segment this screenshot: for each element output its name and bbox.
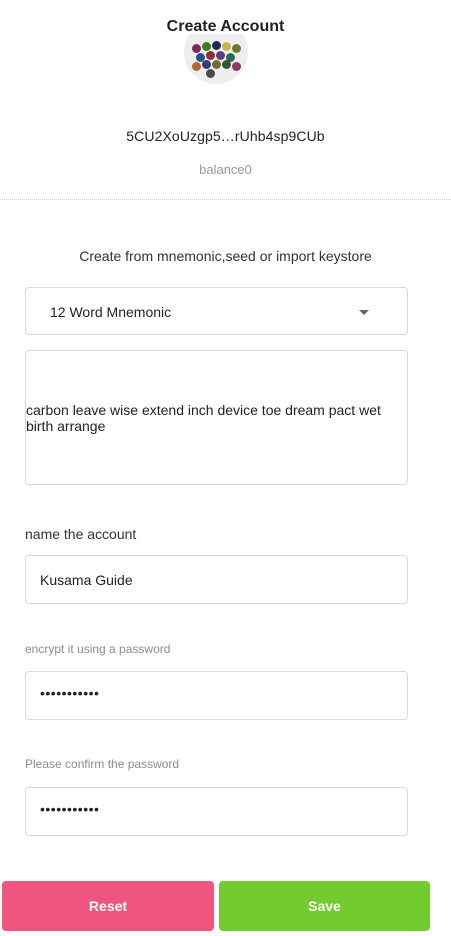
create-source-label: Create from mnemonic,seed or import keys… [79, 248, 372, 264]
account-name-value: Kusama Guide [40, 572, 133, 588]
mnemonic-text: carbon leave wise extend inch device toe… [26, 402, 381, 434]
reset-button[interactable]: Reset [2, 881, 214, 931]
confirm-password-value: ••••••••••• [40, 801, 100, 817]
identicon-dot [206, 69, 215, 78]
chevron-down-icon [359, 310, 369, 315]
identicon-dot [216, 51, 225, 60]
identicon-dot [202, 42, 211, 51]
identicon-dot [206, 51, 215, 60]
password-input[interactable]: ••••••••••• [25, 671, 408, 720]
identicon-dot [222, 60, 231, 69]
import-type-selected-value: 12 Word Mnemonic [50, 304, 172, 320]
account-name-input[interactable]: Kusama Guide [25, 555, 408, 604]
identicon-dot [192, 44, 201, 53]
identicon-dot [192, 62, 201, 71]
identicon-dot [232, 44, 241, 53]
account-identicon-icon [184, 34, 248, 84]
identicon-dot [202, 60, 211, 69]
save-button[interactable]: Save [219, 881, 430, 931]
identicon-dot [212, 41, 221, 50]
identicon-dot [232, 62, 241, 71]
section-divider [0, 199, 451, 200]
account-name-label: name the account [25, 526, 137, 542]
account-address: 5CU2XoUzgp5…rUhb4sp9CUb [126, 128, 325, 144]
import-type-select[interactable]: 12 Word Mnemonic [25, 287, 408, 335]
account-balance: balance0 [199, 162, 252, 177]
password-value: ••••••••••• [40, 685, 100, 701]
confirm-password-label: Please confirm the password [25, 757, 180, 771]
identicon-dot [212, 60, 221, 69]
identicon-dot [222, 42, 231, 51]
password-label: encrypt it using a password [25, 642, 171, 656]
mnemonic-textarea[interactable]: carbon leave wise extend inch device toe… [25, 350, 408, 485]
confirm-password-input[interactable]: ••••••••••• [25, 787, 408, 836]
